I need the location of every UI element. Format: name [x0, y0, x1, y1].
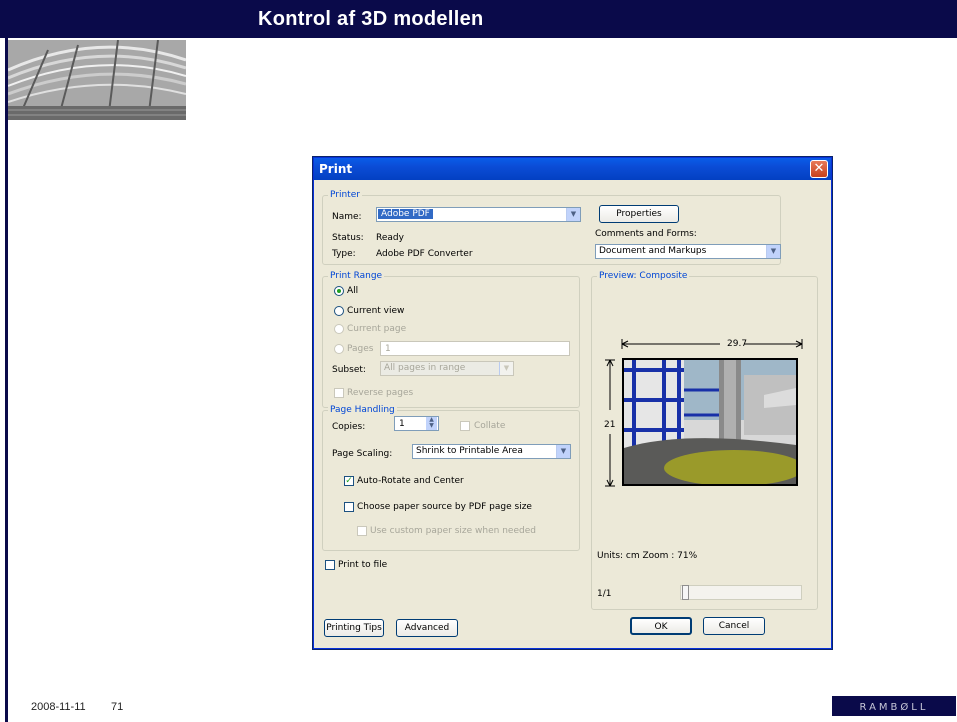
printer-name-value: Adobe PDF — [378, 209, 433, 219]
comments-forms-select[interactable]: Document and Markups ▼ — [595, 244, 781, 259]
advanced-button[interactable]: Advanced — [396, 619, 458, 637]
auto-rotate-checkbox[interactable]: ✓ — [344, 476, 354, 486]
footer-page-number: 71 — [111, 701, 124, 713]
logo-text: RAMBØLL — [860, 701, 929, 713]
page-slider-track[interactable] — [680, 585, 802, 600]
collate-checkbox[interactable] — [460, 421, 470, 431]
dialog-titlebar[interactable]: Print ✕ — [314, 158, 831, 180]
close-icon[interactable]: ✕ — [810, 160, 828, 178]
rambøll-logo: RAMBØLL — [832, 696, 956, 716]
chevron-down-icon[interactable]: ▼ — [556, 445, 570, 458]
chevron-down-icon[interactable]: ▼ — [499, 362, 513, 375]
comments-forms-label: Comments and Forms: — [595, 229, 697, 239]
print-dialog: Print ✕ Printer Name: Adobe PDF ▼ Status… — [313, 157, 832, 649]
pages-input-value: 1 — [385, 344, 391, 354]
page-slider-thumb[interactable] — [682, 585, 689, 600]
printing-tips-button[interactable]: Printing Tips — [324, 619, 384, 637]
all-radio-label: All — [347, 286, 359, 296]
status-label: Status: — [332, 233, 364, 243]
cancel-button[interactable]: Cancel — [703, 617, 765, 635]
preview-width-label: 29.7 — [727, 339, 748, 349]
collate-label: Collate — [474, 421, 506, 431]
subset-label: Subset: — [332, 365, 366, 375]
chevron-down-icon[interactable]: ▼ — [766, 245, 780, 258]
subset-select[interactable]: All pages in range ▼ — [380, 361, 514, 376]
print-to-file-checkbox[interactable] — [325, 560, 335, 570]
reverse-pages-checkbox[interactable] — [334, 388, 344, 398]
header-photo — [8, 40, 186, 120]
subset-value: All pages in range — [384, 363, 466, 373]
current-page-radio[interactable] — [334, 324, 344, 334]
paper-source-checkbox[interactable] — [344, 502, 354, 512]
comments-forms-value: Document and Markups — [599, 246, 707, 256]
current-page-label: Current page — [347, 324, 407, 334]
ok-button[interactable]: OK — [630, 617, 692, 635]
copies-value: 1 — [399, 419, 405, 429]
custom-paper-label: Use custom paper size when needed — [370, 526, 536, 536]
type-label: Type: — [332, 249, 356, 259]
pages-input[interactable]: 1 — [380, 341, 570, 356]
page-scaling-label: Page Scaling: — [332, 449, 393, 459]
chevron-down-icon[interactable]: ▼ — [566, 208, 580, 221]
slide-left-rule — [5, 38, 8, 722]
copies-stepper[interactable]: 1 ▲ ▼ — [394, 416, 439, 431]
current-view-radio[interactable] — [334, 306, 344, 316]
print-range-legend: Print Range — [328, 271, 385, 281]
all-radio[interactable] — [334, 286, 344, 296]
printer-name-select[interactable]: Adobe PDF ▼ — [376, 207, 581, 222]
dialog-title: Print — [319, 162, 353, 176]
status-value: Ready — [376, 233, 404, 243]
copies-label: Copies: — [332, 422, 366, 432]
spinner-arrows-icon[interactable]: ▲ ▼ — [426, 417, 437, 430]
auto-rotate-label: Auto-Rotate and Center — [357, 476, 464, 486]
page-counter: 1/1 — [597, 589, 612, 599]
preview-height-label: 21 — [604, 420, 616, 430]
slide-title: Kontrol af 3D modellen — [258, 8, 484, 30]
properties-button[interactable]: Properties — [599, 205, 679, 223]
width-dimension-arrow — [621, 339, 803, 349]
custom-paper-checkbox[interactable] — [357, 526, 367, 536]
paper-source-label: Choose paper source by PDF page size — [357, 502, 532, 512]
current-view-label: Current view — [347, 306, 405, 316]
printer-name-label: Name: — [332, 212, 362, 222]
page-scaling-select[interactable]: Shrink to Printable Area ▼ — [412, 444, 571, 459]
page-handling-legend: Page Handling — [328, 405, 397, 415]
print-to-file-label: Print to file — [338, 560, 388, 570]
page-scaling-value: Shrink to Printable Area — [416, 446, 523, 456]
type-value: Adobe PDF Converter — [376, 249, 473, 259]
pages-radio[interactable] — [334, 344, 344, 354]
preview-thumbnail — [622, 358, 798, 486]
printer-legend: Printer — [328, 190, 362, 200]
units-zoom-text: Units: cm Zoom : 71% — [597, 551, 698, 561]
reverse-pages-label: Reverse pages — [347, 388, 414, 398]
pages-label: Pages — [347, 344, 374, 354]
footer-date: 2008-11-11 — [31, 701, 86, 713]
preview-legend: Preview: Composite — [597, 271, 690, 281]
